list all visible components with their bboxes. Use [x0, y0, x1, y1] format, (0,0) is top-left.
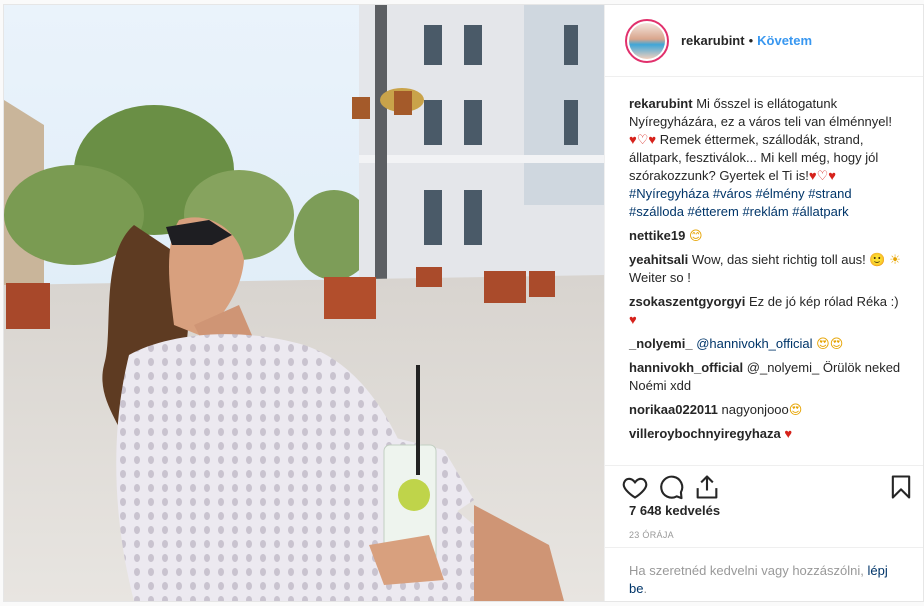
likes-count[interactable]: 7 648 kedvelés — [629, 503, 720, 518]
comments-list[interactable]: rekarubint Mi ősszel is ellátogatunk Nyí… — [605, 77, 923, 461]
comment-item: norikaa022011 nagyonjooo😍 — [629, 401, 907, 419]
heart-emoji: ♥ — [784, 426, 793, 441]
comment-item: villeroybochnyiregyhaza ♥ — [629, 425, 907, 443]
comment-text: Ez de jó kép rólad Réka :) — [748, 294, 899, 309]
comment-username[interactable]: nettike19 — [629, 228, 685, 243]
action-bar — [605, 465, 923, 505]
comment-username[interactable]: norikaa022011 — [629, 402, 718, 417]
heart-icon[interactable] — [621, 473, 649, 501]
comment-text: Wow, das sieht richtig toll aus! — [691, 252, 870, 267]
photo-illustration — [4, 5, 604, 601]
header-username[interactable]: rekarubint — [681, 33, 745, 48]
caption-text-2: Remek éttermek, szállodák, strand, állat… — [629, 132, 879, 183]
header-separator: • — [748, 33, 754, 48]
heart-emoji: ♥ — [629, 312, 637, 327]
post-container: rekarubint • Követem rekarubint Mi őssze… — [3, 4, 924, 602]
comment-item: yeahitsali Wow, das sieht richtig toll a… — [629, 251, 907, 287]
heart-eyes-emoji: 😍😍 — [816, 336, 844, 351]
login-prompt-text: Ha szeretnéd kedvelni vagy hozzászólni, — [629, 563, 868, 578]
login-prompt-suffix: . — [643, 581, 648, 596]
heart-emoji: ♥♡♥ — [629, 132, 657, 147]
avatar-image — [629, 22, 665, 59]
post-timestamp[interactable]: 23 ÓRÁJA — [629, 530, 674, 540]
comment-username[interactable]: hannivokh_official — [629, 360, 743, 375]
comment-username[interactable]: zsokaszentgyorgyi — [629, 294, 745, 309]
post-photo[interactable] — [4, 5, 604, 601]
comment-mention[interactable]: @hannivokh_official — [696, 336, 816, 351]
heart-eyes-emoji: 😍 — [788, 402, 803, 417]
caption-hashtags[interactable]: #Nyíregyháza #város #élmény #strand #szá… — [629, 186, 852, 219]
avatar[interactable] — [625, 18, 669, 63]
comment-text: Weiter so ! — [629, 270, 691, 285]
post-header: rekarubint • Követem — [605, 5, 923, 77]
follow-button[interactable]: Követem — [757, 33, 812, 48]
post-side-panel: rekarubint • Követem rekarubint Mi őssze… — [604, 5, 923, 601]
caption-username[interactable]: rekarubint — [629, 96, 693, 111]
smile-sun-emoji: 🙂 ☀ — [869, 252, 901, 267]
comment-item: hannivokh_official @_nolyemi_ Örülök nek… — [629, 359, 907, 395]
login-prompt: Ha szeretnéd kedvelni vagy hozzászólni, … — [605, 547, 923, 601]
bookmark-icon[interactable] — [887, 473, 915, 501]
comment-username[interactable]: villeroybochnyiregyhaza — [629, 426, 781, 441]
heart-emoji: ♥♡♥ — [808, 168, 836, 183]
comment-text: nagyonjooo — [721, 402, 789, 417]
smile-emoji: 😊 — [689, 228, 703, 243]
comment-username[interactable]: yeahitsali — [629, 252, 688, 267]
caption: rekarubint Mi ősszel is ellátogatunk Nyí… — [629, 95, 907, 221]
comment-item: nettike19 😊 — [629, 227, 907, 245]
comment-username[interactable]: _nolyemi_ — [629, 336, 693, 351]
comment-item: _nolyemi_ @hannivokh_official 😍😍 — [629, 335, 907, 353]
comment-icon[interactable] — [657, 473, 685, 501]
share-icon[interactable] — [693, 473, 721, 501]
comment-item: zsokaszentgyorgyi Ez de jó kép rólad Rék… — [629, 293, 907, 329]
